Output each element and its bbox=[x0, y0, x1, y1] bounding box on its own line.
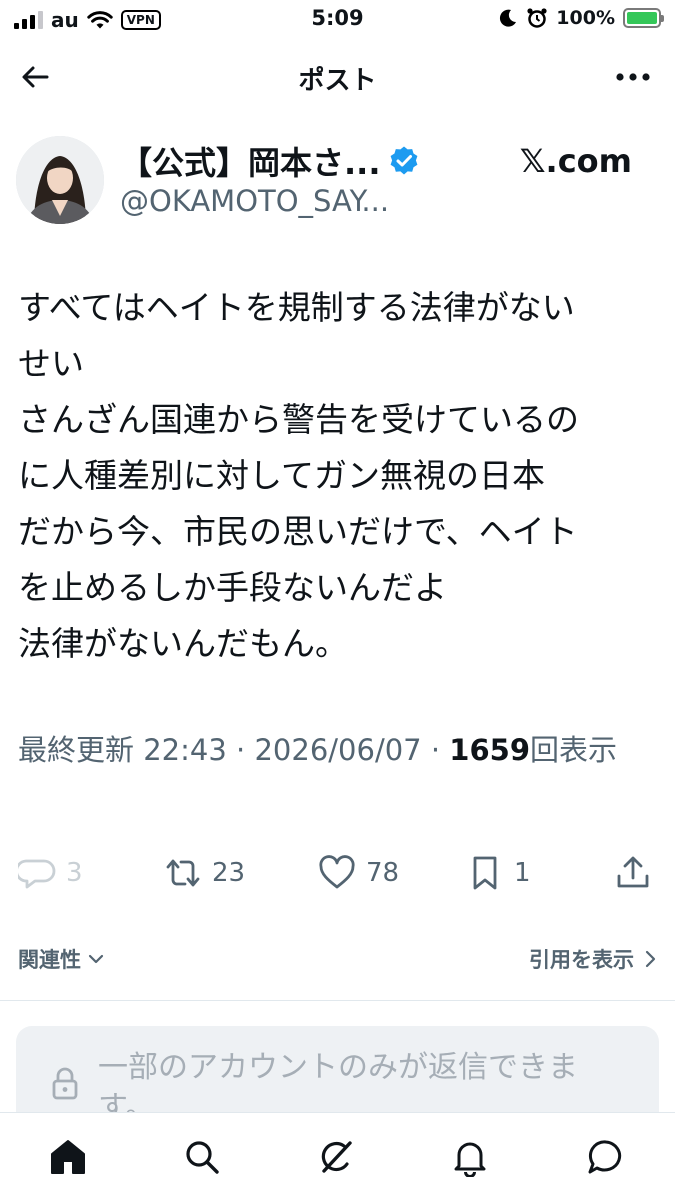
heart-icon bbox=[319, 855, 355, 889]
home-icon bbox=[51, 1140, 85, 1174]
view-quotes-link[interactable]: 引用を表示 bbox=[529, 944, 658, 974]
share-button[interactable] bbox=[614, 846, 652, 900]
nav-search[interactable] bbox=[180, 1135, 224, 1179]
separator: · bbox=[421, 733, 450, 767]
separator: · bbox=[226, 733, 255, 767]
author-name[interactable]: 【公式】岡本さ... bbox=[120, 138, 420, 184]
more-options-button[interactable] bbox=[611, 56, 655, 98]
sort-label: 関連性 bbox=[18, 948, 81, 972]
like-count: 78 bbox=[366, 858, 400, 888]
top-header: ポスト bbox=[0, 40, 675, 112]
post-actions: 3 23 78 1 bbox=[0, 846, 675, 900]
avatar-image bbox=[16, 136, 104, 224]
nav-messages[interactable] bbox=[584, 1135, 628, 1179]
bookmark-count: 1 bbox=[514, 858, 531, 888]
source-label: 𝕏.com bbox=[519, 142, 632, 180]
page-title: ポスト bbox=[298, 66, 377, 96]
more-horizontal-icon bbox=[616, 73, 650, 81]
repost-icon bbox=[166, 859, 200, 887]
repost-count: 23 bbox=[212, 858, 246, 888]
battery-percent: 100% bbox=[556, 7, 615, 29]
view-count: 1659 bbox=[449, 733, 530, 767]
bookmark-icon bbox=[473, 856, 497, 890]
view-quotes-label: 引用を表示 bbox=[529, 948, 634, 972]
reply-sort-row: 関連性 引用を表示 bbox=[18, 936, 658, 980]
avatar[interactable] bbox=[16, 136, 104, 224]
battery-icon bbox=[623, 8, 664, 28]
author-name-text: 【公式】岡本さ... bbox=[120, 144, 381, 182]
updated-label: 最終更新 bbox=[18, 733, 135, 767]
nav-notifications[interactable] bbox=[448, 1135, 492, 1179]
nav-grok[interactable] bbox=[314, 1135, 358, 1179]
divider bbox=[0, 1000, 675, 1001]
alarm-icon bbox=[527, 8, 547, 28]
bookmark-button[interactable]: 1 bbox=[466, 846, 531, 900]
bottom-navigation bbox=[0, 1112, 675, 1200]
verified-badge-icon bbox=[391, 146, 418, 175]
moon-icon bbox=[500, 9, 517, 27]
post-text: すべてはヘイトを規制する法律がない せい さんざん国連から警告を受けているの に… bbox=[18, 288, 579, 663]
nav-home[interactable] bbox=[46, 1135, 90, 1179]
grok-icon bbox=[321, 1141, 352, 1173]
speech-bubble-icon bbox=[18, 859, 56, 889]
message-icon bbox=[588, 1140, 622, 1174]
bell-icon bbox=[454, 1142, 486, 1177]
chevron-down-icon bbox=[88, 954, 104, 964]
lock-icon bbox=[52, 1067, 78, 1100]
share-icon bbox=[617, 856, 649, 888]
sort-dropdown[interactable]: 関連性 bbox=[18, 944, 105, 974]
search-icon bbox=[186, 1141, 219, 1174]
chevron-right-icon bbox=[645, 950, 656, 968]
reply-button[interactable]: 3 bbox=[18, 846, 83, 900]
post-time[interactable]: 22:43 bbox=[143, 733, 227, 767]
like-button[interactable]: 78 bbox=[318, 846, 399, 900]
status-bar: au VPN 5:09 100% bbox=[0, 0, 675, 40]
post-meta: 最終更新 22:43 · 2026/06/07 · 1659回表示 bbox=[18, 722, 658, 778]
repost-button[interactable]: 23 bbox=[164, 846, 245, 900]
reply-count: 3 bbox=[66, 858, 83, 888]
author-handle[interactable]: @OKAMOTO_SAY... bbox=[120, 184, 389, 218]
views-label: 回表示 bbox=[530, 733, 618, 767]
status-right: 100% bbox=[498, 7, 664, 29]
post-date[interactable]: 2026/06/07 bbox=[254, 733, 421, 767]
post-author: 【公式】岡本さ... @OKAMOTO_SAY... 𝕏.com bbox=[16, 134, 656, 234]
